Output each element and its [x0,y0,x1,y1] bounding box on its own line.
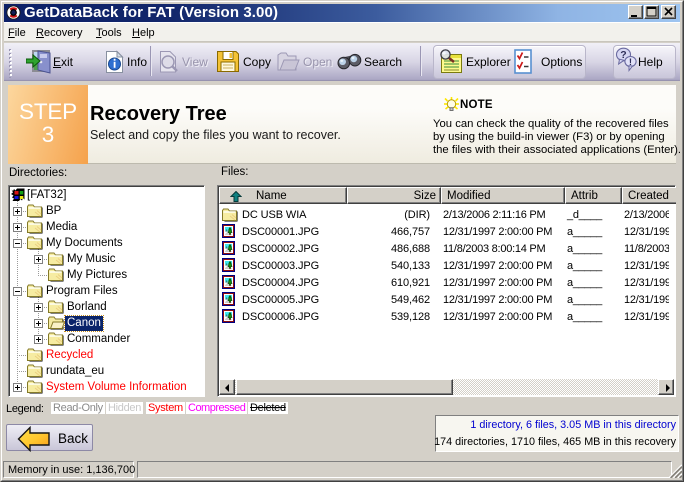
svg-text:!: ! [629,57,632,68]
